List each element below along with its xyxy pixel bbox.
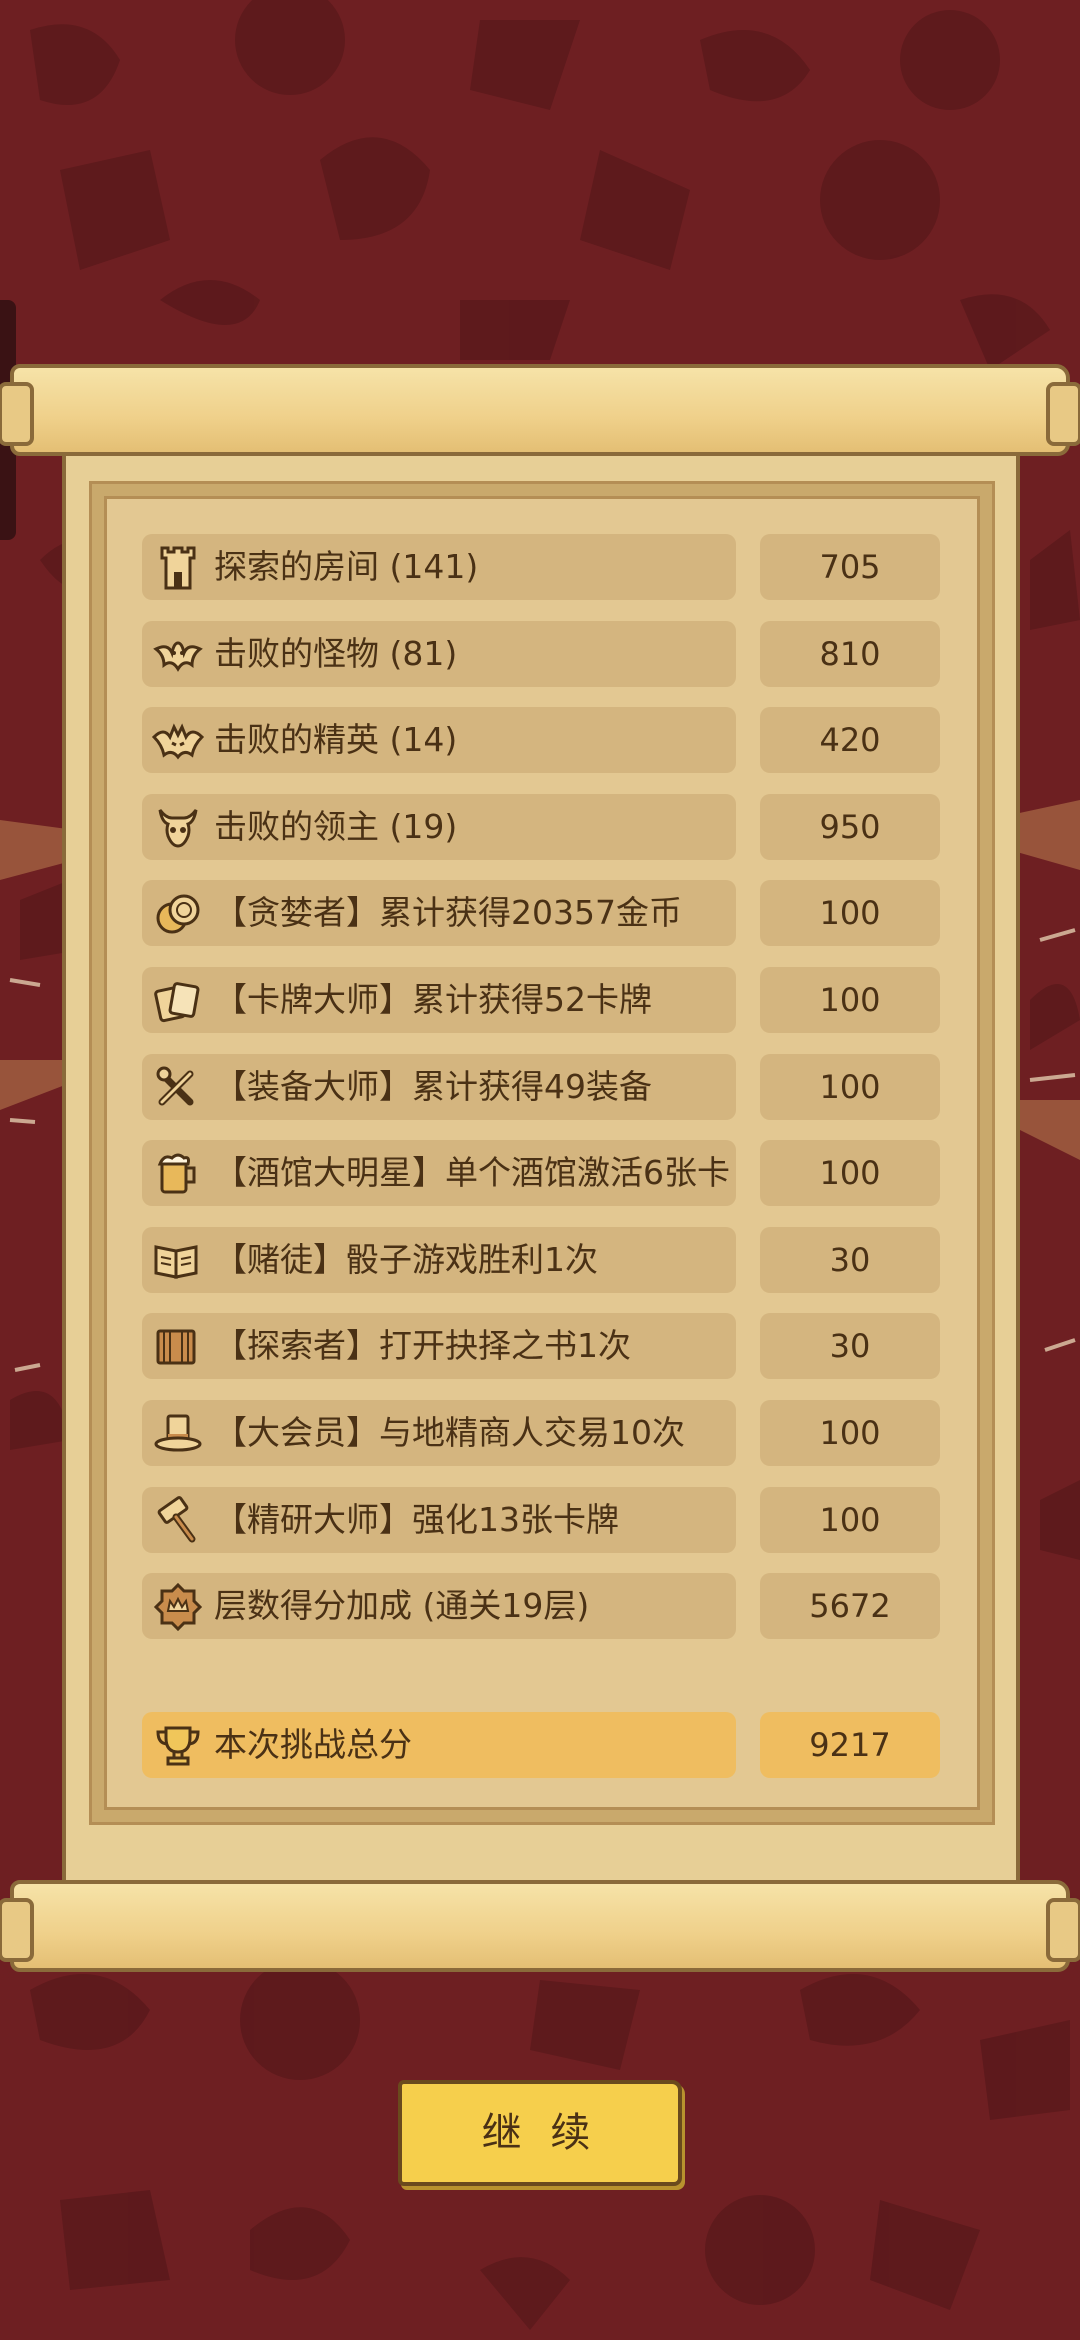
score-label: 击败的怪物 (81) [214, 634, 458, 673]
score-label: 层数得分加成 (通关19层) [214, 1586, 590, 1625]
score-row: 【赌徒】骰子游戏胜利1次 30 [142, 1227, 940, 1293]
score-label: 【卡牌大师】累计获得52卡牌 [214, 980, 652, 1019]
open-book-icon [152, 1235, 204, 1285]
score-value: 100 [760, 880, 940, 946]
score-value: 100 [760, 1487, 940, 1553]
score-label-box: 探索的房间 (141) [142, 534, 736, 600]
score-row: 击败的精英 (14) 420 [142, 707, 940, 773]
continue-button[interactable]: 继 续 [398, 2080, 682, 2186]
trophy-icon [152, 1720, 204, 1770]
score-label-box: 【大会员】与地精商人交易10次 [142, 1400, 736, 1466]
score-label-box: 层数得分加成 (通关19层) [142, 1573, 736, 1639]
score-row: 【贪婪者】累计获得20357金币 100 [142, 880, 940, 946]
score-row: 【大会员】与地精商人交易10次 100 [142, 1400, 940, 1466]
cards-icon [152, 975, 204, 1025]
score-value: 100 [760, 1400, 940, 1466]
score-label-box: 击败的领主 (19) [142, 794, 736, 860]
score-row: 【酒馆大明星】单个酒馆激活6张卡 100 [142, 1140, 940, 1206]
score-label: 【探索者】打开抉择之书1次 [214, 1326, 631, 1365]
score-value: 5672 [760, 1573, 940, 1639]
score-value: 420 [760, 707, 940, 773]
score-row: 击败的领主 (19) 950 [142, 794, 940, 860]
score-label-box: 【卡牌大师】累计获得52卡牌 [142, 967, 736, 1033]
score-value: 100 [760, 1054, 940, 1120]
top-hat-icon [152, 1408, 204, 1458]
beer-mug-icon [152, 1148, 204, 1198]
hammer-icon [152, 1495, 204, 1545]
score-label-box: 【赌徒】骰子游戏胜利1次 [142, 1227, 736, 1293]
scroll-bottom-rod [0, 1880, 1080, 1972]
score-label: 【贪婪者】累计获得20357金币 [214, 893, 682, 932]
score-row: 【卡牌大师】累计获得52卡牌 100 [142, 967, 940, 1033]
total-score-row: 本次挑战总分 9217 [142, 1712, 940, 1778]
score-value: 705 [760, 534, 940, 600]
score-value: 100 [760, 967, 940, 1033]
closed-book-icon [152, 1321, 204, 1371]
score-label: 击败的领主 (19) [214, 807, 458, 846]
horned-skull-icon [152, 802, 204, 852]
crossed-tools-icon [152, 1062, 204, 1112]
score-row: 击败的怪物 (81) 810 [142, 621, 940, 687]
score-row: 探索的房间 (141) 705 [142, 534, 940, 600]
badge-icon [152, 1581, 204, 1632]
score-row: 【精研大师】强化13张卡牌 100 [142, 1487, 940, 1553]
score-label-box: 【装备大师】累计获得49装备 [142, 1054, 736, 1120]
score-value: 30 [760, 1313, 940, 1379]
demon-bat-icon [151, 715, 205, 765]
score-label-box: 【精研大师】强化13张卡牌 [142, 1487, 736, 1553]
score-label-box: 【贪婪者】累计获得20357金币 [142, 880, 736, 946]
score-row: 【装备大师】累计获得49装备 100 [142, 1054, 940, 1120]
score-label: 【装备大师】累计获得49装备 [214, 1067, 652, 1106]
score-label: 【精研大师】强化13张卡牌 [214, 1500, 619, 1539]
score-row: 【探索者】打开抉择之书1次 30 [142, 1313, 940, 1379]
score-label: 【酒馆大明星】单个酒馆激活6张卡 [214, 1153, 730, 1192]
score-label-box: 【探索者】打开抉择之书1次 [142, 1313, 736, 1379]
total-value: 9217 [760, 1712, 940, 1778]
total-label: 本次挑战总分 [214, 1725, 412, 1764]
score-value: 810 [760, 621, 940, 687]
score-value: 950 [760, 794, 940, 860]
coins-icon [152, 888, 204, 938]
score-label: 【赌徒】骰子游戏胜利1次 [214, 1240, 598, 1279]
score-value: 30 [760, 1227, 940, 1293]
total-label-box: 本次挑战总分 [142, 1712, 736, 1778]
score-value: 100 [760, 1140, 940, 1206]
score-label-box: 【酒馆大明星】单个酒馆激活6张卡 [142, 1140, 736, 1206]
scroll-top-rod [0, 364, 1080, 456]
bat-icon [152, 629, 204, 679]
score-label-box: 击败的精英 (14) [142, 707, 736, 773]
score-row: 层数得分加成 (通关19层) 5672 [142, 1573, 940, 1639]
score-label-box: 击败的怪物 (81) [142, 621, 736, 687]
score-label: 击败的精英 (14) [214, 720, 458, 759]
score-label: 探索的房间 (141) [214, 547, 479, 586]
score-label: 【大会员】与地精商人交易10次 [214, 1413, 685, 1452]
tower-icon [152, 542, 204, 592]
